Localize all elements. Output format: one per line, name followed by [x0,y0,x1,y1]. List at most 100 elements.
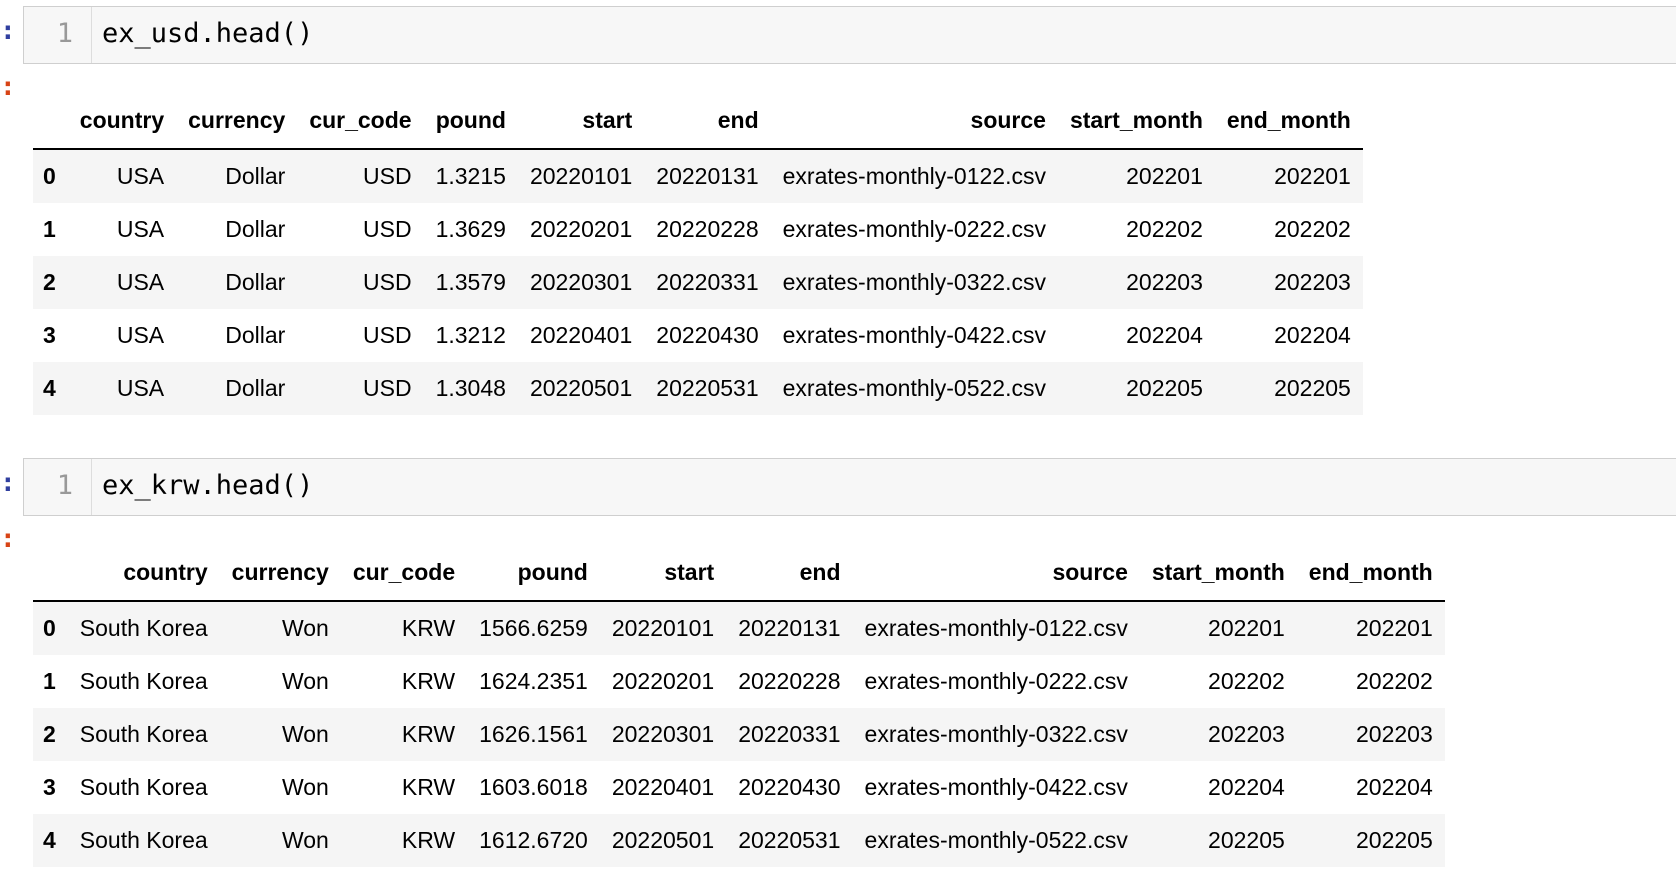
cell-pound: 1.3579 [435,269,506,295]
cell-source: exrates-monthly-0222.csv [782,216,1046,242]
row-index: 1 [43,668,56,694]
code-cell-input[interactable]: 1 ex_krw.head() [23,458,1676,516]
cell-pound: 1.3215 [435,163,506,189]
cell-start: 20220201 [611,668,715,694]
dataframe-table: country currency cur_code pound start en… [33,92,1363,415]
index-header [33,544,68,602]
cell-source: exrates-monthly-0522.csv [864,827,1128,853]
cell-end: 20220228 [738,668,841,694]
cell-pound: 1612.6720 [479,827,588,853]
cell-start: 20220301 [611,721,715,747]
cell-start: 20220201 [529,216,633,242]
cell-cur-code: KRW [401,615,456,641]
cell-country: South Korea [79,721,208,747]
cell-start-month: 202203 [1126,269,1203,295]
table-header-row: country currency cur_code pound start en… [33,92,1363,150]
cell-end-month: 202201 [1274,163,1351,189]
row-index: 0 [43,163,56,189]
output-prompt: : [0,524,16,554]
table-header-row: country currency cur_code pound start en… [33,544,1445,602]
cell-cur-code: USD [363,269,412,295]
cell-country: USA [116,322,165,348]
table-row: 0 South Korea Won KRW 1566.6259 20220101… [33,601,1445,655]
code-text[interactable]: ex_usd.head() [102,18,313,49]
cell-cur-code: KRW [401,721,456,747]
cell-source: exrates-monthly-0322.csv [864,721,1128,747]
cell-country: USA [116,216,165,242]
column-header: pound [467,544,600,602]
column-header: country [67,544,220,602]
cell-start-month: 202205 [1208,827,1285,853]
cell-source: exrates-monthly-0322.csv [782,269,1046,295]
output-prompt: : [0,72,16,102]
row-index: 4 [43,375,56,401]
cell-currency: Dollar [225,322,286,348]
cell-start-month: 202203 [1208,721,1285,747]
row-index: 4 [43,827,56,853]
cell-currency: Won [281,721,329,747]
cell-end-month: 202202 [1355,668,1433,694]
code-text[interactable]: ex_krw.head() [102,470,313,501]
line-number: 1 [56,18,73,49]
cell-end-month: 202203 [1274,269,1351,295]
table-row: 3 South Korea Won KRW 1603.6018 20220401… [33,761,1445,814]
column-header: start [517,92,645,150]
table-row: 1 South Korea Won KRW 1624.2351 20220201… [33,655,1445,708]
cell-start-month: 202205 [1126,375,1203,401]
cell-source: exrates-monthly-0422.csv [782,322,1046,348]
cell-pound: 1.3048 [435,375,506,401]
cell-country: South Korea [79,668,208,694]
column-header: country [67,92,177,150]
cell-end-month: 202201 [1355,615,1433,641]
cell-start: 20220101 [529,163,633,189]
cell-source: exrates-monthly-0222.csv [864,668,1128,694]
cell-currency: Won [281,827,329,853]
code-cell-input[interactable]: 1 ex_usd.head() [23,6,1676,64]
input-prompt: : [0,16,16,46]
dataframe-table: country currency cur_code pound start en… [33,544,1445,867]
table-row: 1 USA Dollar USD 1.3629 20220201 2022022… [33,203,1363,256]
cell-currency: Won [281,774,329,800]
cell-country: South Korea [79,774,208,800]
cell-start: 20220501 [529,375,633,401]
cell-end: 20220228 [656,216,759,242]
cell-end-month: 202204 [1355,774,1433,800]
cell-cur-code: KRW [401,668,456,694]
table-row: 4 South Korea Won KRW 1612.6720 20220501… [33,814,1445,867]
cell-start: 20220401 [611,774,715,800]
cell-start: 20220301 [529,269,633,295]
cell-end: 20220531 [738,827,841,853]
cell-pound: 1626.1561 [479,721,588,747]
cell-start-month: 202201 [1126,163,1203,189]
cell-start-month: 202204 [1208,774,1285,800]
cell-end-month: 202202 [1274,216,1351,242]
column-header: start [599,544,727,602]
column-header: end [726,544,853,602]
cell-pound: 1624.2351 [479,668,588,694]
cell-end: 20220430 [738,774,841,800]
cell-end-month: 202205 [1274,375,1351,401]
table-row: 2 South Korea Won KRW 1626.1561 20220301… [33,708,1445,761]
column-header: end_month [1296,544,1445,602]
cell-end: 20220131 [738,615,841,641]
column-header: source [852,544,1140,602]
cell-start: 20220101 [611,615,715,641]
cell-cur-code: KRW [401,774,456,800]
cell-end: 20220331 [738,721,841,747]
cell-start-month: 202204 [1126,322,1203,348]
cell-currency: Dollar [225,216,286,242]
table-row: 4 USA Dollar USD 1.3048 20220501 2022053… [33,362,1363,415]
row-index: 3 [43,774,56,800]
line-number-gutter: 1 [24,7,92,63]
column-header: start_month [1139,544,1297,602]
row-index: 1 [43,216,56,242]
cell-country: USA [116,269,165,295]
line-number: 1 [56,470,73,501]
cell-pound: 1.3629 [435,216,506,242]
cell-country: USA [116,163,165,189]
cell-cur-code: USD [363,163,412,189]
cell-source: exrates-monthly-0522.csv [782,375,1046,401]
row-index: 0 [43,615,56,641]
cell-source: exrates-monthly-0122.csv [782,163,1046,189]
cell-country: USA [116,375,165,401]
